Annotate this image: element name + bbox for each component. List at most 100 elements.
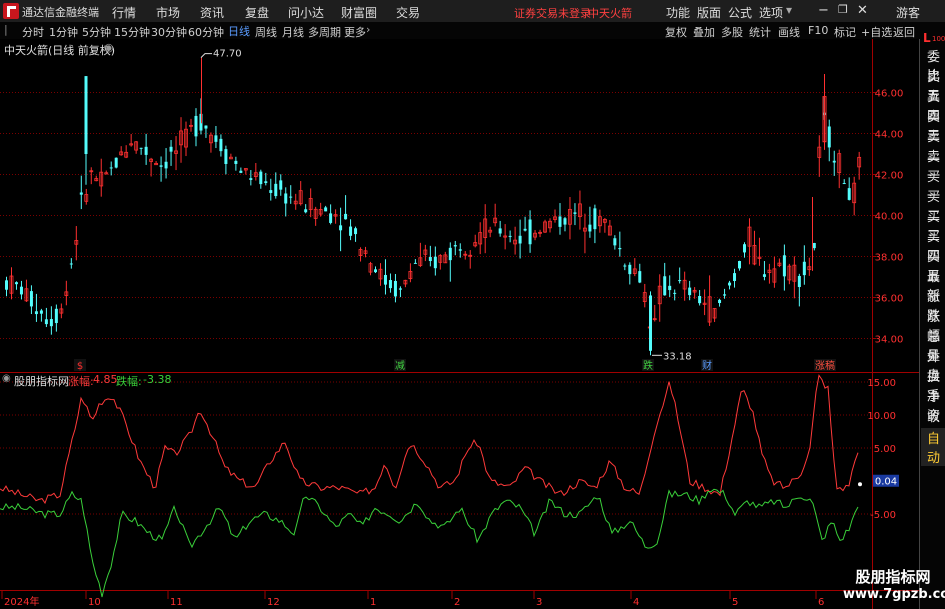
candle-body-down (433, 256, 437, 269)
tab-30min[interactable]: 30分钟 (151, 24, 187, 40)
event-marker: 涨稿 (815, 359, 835, 372)
candle-body-down (663, 276, 667, 296)
candle-body-down (573, 212, 577, 214)
candle-body-down (388, 280, 392, 289)
candle-body-down (114, 157, 118, 168)
menu-gongshi[interactable]: 公式 (728, 4, 752, 21)
candle-body-down (19, 286, 23, 295)
candle-body-down (219, 138, 223, 152)
candle-body-down (354, 228, 358, 235)
indicator-cursor-dot (858, 482, 862, 487)
candle-body-down (742, 244, 746, 253)
indicator-settings-icon[interactable]: ◉ (2, 373, 11, 384)
candle-body-down (259, 171, 263, 185)
tab-weekly[interactable]: 周线 (255, 24, 277, 40)
tab-1min[interactable]: 1分钟 (49, 24, 78, 40)
x-tick-label: 2 (454, 597, 460, 608)
btn-back[interactable]: 返回 (893, 24, 915, 40)
price-tick-label: 44.00 (875, 130, 904, 141)
candle-body-down (204, 125, 208, 129)
tab-15min[interactable]: 15分钟 (114, 24, 150, 40)
tab-60min[interactable]: 60分钟 (188, 24, 224, 40)
candle-body-down (618, 247, 622, 250)
tab-more[interactable]: 更多 (344, 24, 366, 40)
menu-xuanxiang[interactable]: 选项 (759, 4, 783, 21)
watermark-url: www.7gpzb.com (843, 587, 945, 602)
menu-jiaoyi[interactable]: 交易 (396, 4, 420, 21)
candle-body-down (339, 225, 343, 231)
price-tick-label: 36.00 (875, 294, 904, 305)
indicator-name[interactable]: 股朋指标网 (14, 373, 69, 389)
candle-body-down (508, 235, 512, 237)
title-menu-bar: 通达信金融终端 行情 市场 资讯 复盘 问小达 财富圈 交易 证券交易未登录 中… (0, 0, 945, 23)
candle-body-down (284, 193, 288, 204)
candle-body-down (109, 167, 113, 169)
btn-tongji[interactable]: 统计 (749, 24, 771, 40)
restore-icon[interactable]: ❐ (838, 3, 848, 16)
tab-daily[interactable]: 日线 (226, 23, 252, 39)
candle-body-down (723, 294, 727, 296)
candle-body-down (393, 280, 397, 297)
candle-body-down (593, 208, 597, 230)
left-arrow-icon[interactable]: | (4, 23, 8, 36)
tab-fenshi[interactable]: 分时 (22, 24, 44, 40)
candle-body-down (344, 213, 348, 220)
dropdown-icon[interactable]: ▾ (786, 3, 792, 17)
menu-gongneng[interactable]: 功能 (666, 4, 690, 21)
candle-body-down (782, 255, 786, 277)
minimize-icon[interactable]: − (818, 3, 829, 18)
tab-5min[interactable]: 5分钟 (82, 24, 111, 40)
settings-circle-icon[interactable]: ◉ (104, 41, 114, 54)
btn-fuquan[interactable]: 复权 (665, 24, 687, 40)
candle-body-down (733, 273, 737, 282)
candle-body-down (44, 319, 48, 325)
menu-wenxiaoda[interactable]: 问小达 (288, 4, 324, 21)
user-guest[interactable]: 游客 (896, 4, 920, 21)
price-tick-label: 46.00 (875, 89, 904, 100)
btn-f10[interactable]: F10 (808, 24, 828, 37)
period-toolbar: | 分时 1分钟 5分钟 15分钟 30分钟 60分钟 日线 周线 月线 多周期… (0, 22, 945, 40)
candle-body-down (588, 224, 592, 232)
candle-body-down (448, 247, 452, 261)
candle-body-down (159, 165, 163, 167)
watermark-title: 股朋指标网 (855, 568, 931, 586)
close-icon[interactable]: ✕ (857, 3, 868, 18)
menu-shichang[interactable]: 市场 (156, 4, 180, 21)
candle-body-down (827, 126, 831, 148)
high-price-label: 47.70 (213, 49, 242, 60)
tab-multi-period[interactable]: 多周期 (308, 24, 341, 40)
menu-banmian[interactable]: 版面 (697, 4, 721, 21)
x-tick-label: 10 (88, 597, 101, 608)
btn-huaxian[interactable]: 画线 (778, 24, 800, 40)
menu-hangqing[interactable]: 行情 (112, 4, 136, 21)
x-tick-label: 1 (370, 597, 376, 608)
btn-add-watchlist[interactable]: +自选 (861, 24, 892, 40)
menu-fupan[interactable]: 复盘 (245, 4, 269, 21)
candle-body-down (234, 160, 238, 164)
x-tick-label: 12 (267, 597, 280, 608)
candle-body-down (762, 274, 766, 277)
event-marker: 财 (702, 359, 712, 372)
candle-body-down (398, 288, 402, 290)
candle-body-down (638, 271, 642, 283)
event-marker: 减 (395, 360, 405, 372)
price-tick-label: 40.00 (875, 212, 904, 223)
candle-body-down (812, 243, 816, 249)
btn-biaoji[interactable]: 标记 (834, 24, 856, 40)
candle-body-down (498, 228, 502, 234)
candle-body-down (69, 263, 73, 265)
quote-side-panel: L 1000 委比 卖五 卖四 卖三 卖二 卖一 买一 买二 买三 买四 买五 … (919, 31, 945, 609)
candle-body-down (39, 310, 43, 314)
chevron-right-icon[interactable]: › (366, 23, 370, 36)
btn-duogu[interactable]: 多股 (721, 24, 743, 40)
btn-diejia[interactable]: 叠加 (693, 24, 715, 40)
tab-monthly[interactable]: 月线 (282, 24, 304, 40)
login-warning[interactable]: 证券交易未登录 (514, 5, 591, 21)
menu-zixun[interactable]: 资讯 (200, 4, 224, 21)
auto-button[interactable]: 自动 (921, 428, 945, 466)
x-tick-label: 3 (536, 597, 542, 608)
candle-body-down (613, 238, 617, 246)
indicator-current-value: 0.04 (875, 477, 897, 488)
menu-caifuquan[interactable]: 财富圈 (341, 4, 377, 21)
candle-body-down (14, 282, 18, 285)
